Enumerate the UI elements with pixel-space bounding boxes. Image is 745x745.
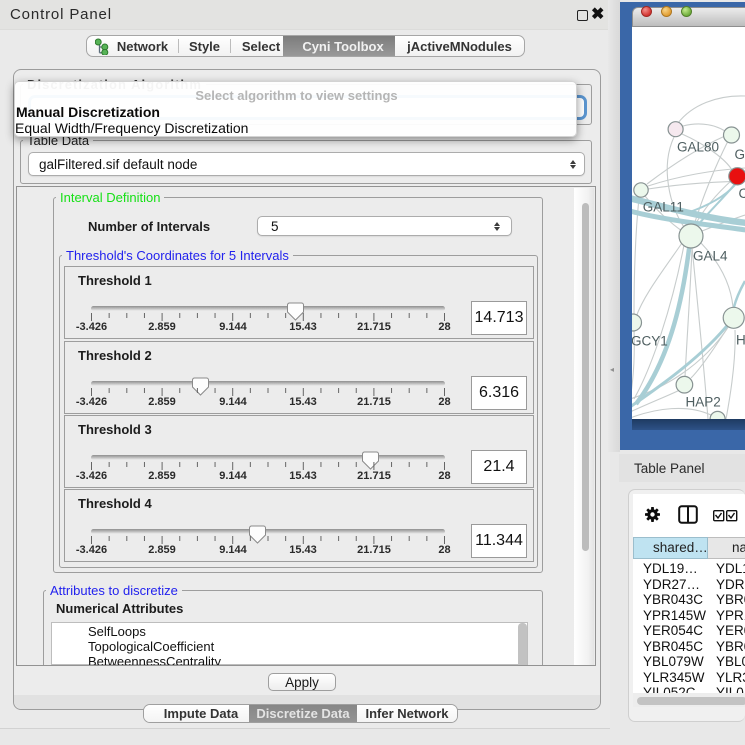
- svg-text:HAP2: HAP2: [686, 395, 721, 410]
- svg-text:GAL80: GAL80: [677, 140, 719, 155]
- svg-text:C: C: [739, 186, 745, 201]
- svg-text:GAL11: GAL11: [643, 200, 684, 215]
- svg-text:GAL4: GAL4: [693, 249, 728, 264]
- svg-text:GA: GA: [735, 147, 745, 162]
- svg-text:GCY1: GCY1: [632, 334, 668, 349]
- svg-text:H: H: [736, 333, 745, 348]
